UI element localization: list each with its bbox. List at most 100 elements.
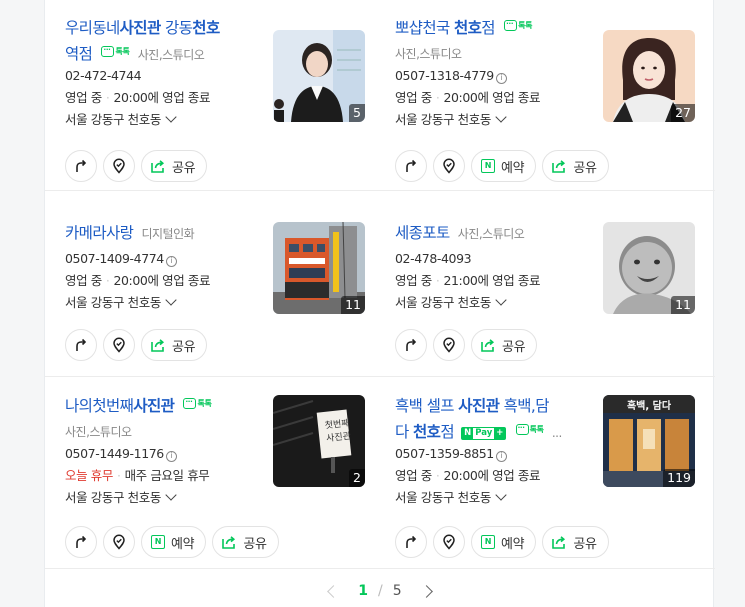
action-bar: N 예약 공유 [395, 150, 609, 182]
place-phone: 02-472-4744 [65, 68, 142, 83]
reserve-button[interactable]: N 예약 [141, 526, 207, 558]
talktalk-badge[interactable]: 톡톡 [504, 20, 533, 32]
action-bar: N 예약 공유 [395, 526, 609, 558]
place-thumbnail[interactable]: 흑백, 담다 119 [603, 395, 695, 487]
place-phone: 02-478-4093 [395, 251, 472, 266]
business-hours: 오늘 휴무 · 매주 금요일 휴무 [65, 468, 210, 483]
place-address[interactable]: 서울 강동구 천호동 [65, 489, 275, 507]
chevron-down-icon [495, 489, 507, 501]
directions-icon [76, 338, 87, 351]
place-category: 사진,스튜디오 [137, 48, 205, 62]
share-button[interactable]: 공유 [141, 150, 208, 182]
share-icon [151, 160, 165, 173]
place-name[interactable]: 카메라사랑 [65, 224, 134, 242]
directions-icon [76, 159, 87, 172]
info-icon[interactable]: i [495, 450, 507, 462]
chevron-down-icon [495, 111, 507, 123]
save-place-button[interactable] [103, 329, 135, 361]
place-address[interactable]: 서울 강동구 천호동 [395, 294, 605, 312]
sign-text: 첫번째 사진관 [324, 418, 352, 445]
place-thumbnail[interactable]: 11 [273, 222, 365, 314]
share-button[interactable]: 공유 [471, 329, 538, 361]
place-address[interactable]: 서울 강동구 천호동 [65, 111, 275, 129]
action-bar: 공유 [65, 150, 208, 182]
share-button[interactable]: 공유 [141, 329, 208, 361]
directions-icon [406, 338, 417, 351]
place-category: 사진,스튜디오 [65, 425, 132, 439]
place-phone: 0507-1359-8851 i [395, 445, 605, 463]
place-thumbnail[interactable]: 5 [273, 30, 365, 122]
chevron-left-icon[interactable] [327, 584, 341, 598]
place-category: 사진,스튜디오 [457, 227, 525, 241]
directions-icon [76, 535, 87, 548]
reserve-button[interactable]: N 예약 [471, 526, 537, 558]
total-pages: 5 [392, 583, 402, 599]
save-place-button[interactable] [433, 526, 465, 558]
action-bar: N 예약 공유 [65, 526, 279, 558]
place-thumbnail[interactable]: 11 [603, 222, 695, 314]
place-phone: 0507-1449-1176 i [65, 445, 275, 463]
map-pin-icon [113, 337, 125, 353]
save-place-button[interactable] [433, 150, 465, 182]
action-bar: 공유 [65, 329, 208, 361]
place-card[interactable]: 세종포토 사진,스튜디오 02-478-4093 영업 중 · 21:00에 영업 … [375, 205, 695, 397]
chat-icon [183, 398, 197, 409]
chat-icon [515, 424, 529, 435]
place-card[interactable]: 나의첫번째사진관 톡톡 사진,스튜디오 0507-1449-1176i 오늘 휴… [45, 377, 365, 569]
share-icon [151, 339, 165, 352]
chevron-down-icon [165, 489, 177, 501]
place-address[interactable]: 서울 강동구 천호동 [395, 489, 605, 507]
business-hours: 영업 중 · 20:00에 영업 종료 [395, 468, 541, 483]
photo-count: 27 [671, 104, 695, 122]
business-hours: 영업 중 · 20:00에 영업 종료 [65, 90, 211, 105]
photo-count: 2 [349, 469, 365, 487]
share-button[interactable]: 공유 [212, 526, 279, 558]
results-row: 우리동네사진관 강동천호역점 톡톡 사진,스튜디오 02-472-4744 영업… [45, 0, 715, 191]
directions-button[interactable] [65, 150, 97, 182]
place-name[interactable]: 세종포토 [395, 224, 450, 242]
save-place-button[interactable] [103, 526, 135, 558]
place-card[interactable]: 흑백 셀프 사진관 흑백,담다 천호점 NPay+ 톡톡 ... 0507-13… [375, 377, 695, 569]
map-pin-icon [443, 337, 455, 353]
info-icon[interactable]: i [495, 72, 507, 84]
info-icon[interactable]: i [165, 450, 177, 462]
talktalk-badge[interactable]: 톡톡 [101, 46, 130, 58]
chevron-right-icon[interactable] [419, 584, 433, 598]
place-address[interactable]: 서울 강동구 천호동 [65, 294, 275, 312]
directions-button[interactable] [395, 526, 427, 558]
chat-icon [101, 46, 115, 57]
place-category: 사진,스튜디오 [395, 47, 462, 61]
reserve-button[interactable]: N 예약 [471, 150, 537, 182]
directions-icon [406, 159, 417, 172]
share-button[interactable]: 공유 [542, 150, 609, 182]
info-icon[interactable]: i [165, 255, 177, 267]
chevron-down-icon [165, 294, 177, 306]
business-hours: 영업 중 · 21:00에 영업 종료 [395, 273, 541, 288]
save-place-button[interactable] [433, 329, 465, 361]
map-pin-icon [443, 534, 455, 550]
save-place-button[interactable] [103, 150, 135, 182]
action-bar: 공유 [395, 329, 538, 361]
talktalk-badge[interactable]: 톡톡 [515, 424, 544, 436]
place-name[interactable]: 뽀샵천국 천호점 [395, 19, 496, 37]
talktalk-badge[interactable]: 톡톡 [183, 398, 212, 410]
directions-icon [406, 535, 417, 548]
share-button[interactable]: 공유 [542, 526, 609, 558]
place-card[interactable]: 카메라사랑 디지털인화 0507-1409-4774 i 영업 중 · 20:00에 … [45, 205, 365, 397]
place-thumbnail[interactable]: 27 [603, 30, 695, 122]
directions-button[interactable] [65, 526, 97, 558]
directions-button[interactable] [395, 329, 427, 361]
naver-n-icon: N [481, 535, 495, 549]
place-thumbnail[interactable]: 첫번째 사진관 2 [273, 395, 365, 487]
place-address[interactable]: 서울 강동구 천호동 [395, 111, 605, 129]
share-icon [552, 160, 566, 173]
place-card[interactable]: 뽀샵천국 천호점 톡톡 사진,스튜디오 0507-1318-4779i 영업 중… [375, 1, 695, 193]
share-icon [552, 536, 566, 549]
place-name[interactable]: 나의첫번째사진관 [65, 397, 175, 415]
photo-count: 119 [663, 469, 695, 487]
directions-button[interactable] [65, 329, 97, 361]
naver-n-icon: N [151, 535, 165, 549]
place-card[interactable]: 우리동네사진관 강동천호역점 톡톡 사진,스튜디오 02-472-4744 영업… [45, 1, 365, 193]
business-hours: 영업 중 · 20:00에 영업 종료 [395, 90, 541, 105]
directions-button[interactable] [395, 150, 427, 182]
